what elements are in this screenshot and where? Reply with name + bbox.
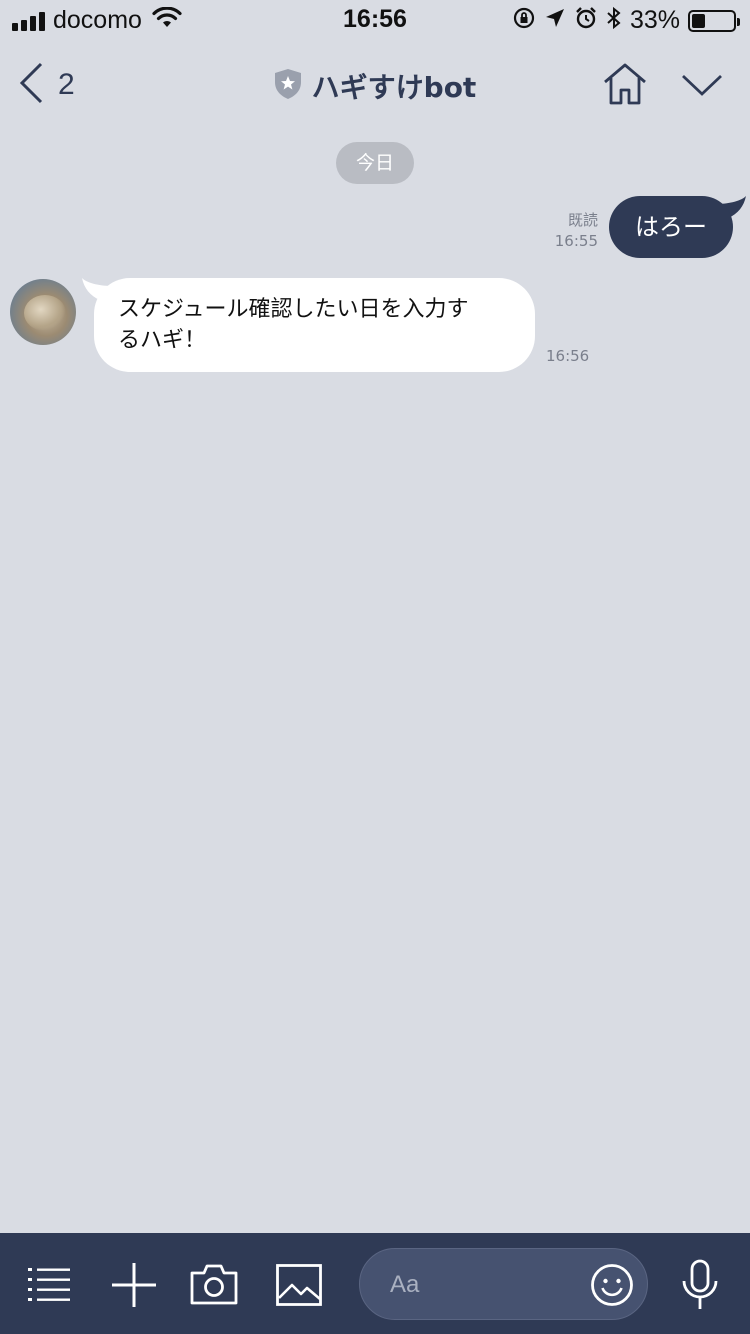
alarm-icon (574, 6, 598, 35)
microphone-icon (680, 1259, 720, 1315)
battery-level (692, 13, 706, 28)
chevron-left-icon (18, 62, 44, 108)
chat-header: 2 ハギすけbot (0, 50, 750, 120)
orientation-lock-icon (512, 6, 536, 35)
home-icon (602, 63, 648, 110)
battery-icon (688, 9, 740, 32)
plus-icon (110, 1263, 158, 1313)
incoming-message-bubble[interactable]: スケジュール確認したい日を入力す るハギ！ (94, 278, 535, 372)
expand-menu-button[interactable] (680, 72, 724, 102)
home-button[interactable] (602, 62, 648, 110)
emoji-button[interactable] (590, 1263, 634, 1311)
photo-button[interactable] (276, 1264, 322, 1310)
outgoing-message-meta: 既読 16:55 (555, 210, 598, 252)
message-input[interactable] (390, 1265, 590, 1305)
signal-strength-icon (12, 11, 45, 31)
chevron-down-icon (680, 74, 724, 102)
smiley-icon (590, 1264, 634, 1311)
camera-icon (190, 1264, 238, 1309)
outgoing-message-time: 16:55 (554, 232, 598, 250)
official-shield-icon (274, 68, 302, 104)
add-button[interactable] (110, 1261, 158, 1313)
incoming-message-line: るハギ！ (118, 328, 207, 353)
incoming-message-time: 16:56 (546, 347, 590, 365)
unread-count: 2 (58, 68, 75, 101)
back-button[interactable]: 2 (18, 62, 75, 108)
outgoing-message-bubble[interactable]: はろー (609, 196, 733, 258)
incoming-message-line: スケジュール確認したい日を入力す (118, 297, 469, 322)
wifi-icon (152, 6, 182, 34)
date-separator: 今日 (336, 142, 414, 184)
camera-button[interactable] (190, 1263, 238, 1309)
location-arrow-icon (544, 7, 566, 34)
carrier-name: docomo (53, 6, 142, 34)
read-receipt: 既読 (567, 211, 598, 229)
voice-button[interactable] (680, 1259, 720, 1315)
chat-title: ハギすけbot (311, 71, 477, 104)
input-toolbar (0, 1233, 750, 1334)
status-bar: docomo 16:56 33% (0, 0, 750, 40)
bot-avatar[interactable] (10, 279, 76, 345)
list-icon (28, 1268, 72, 1307)
message-input-container (359, 1248, 648, 1320)
menu-button[interactable] (28, 1265, 72, 1307)
battery-percent: 33% (629, 6, 680, 34)
image-icon (276, 1264, 322, 1310)
bluetooth-icon (606, 6, 622, 35)
